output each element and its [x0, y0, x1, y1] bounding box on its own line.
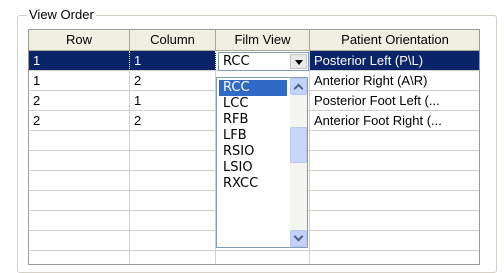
view-order-title: View Order	[27, 6, 96, 23]
empty-cell	[310, 131, 479, 151]
cell-row[interactable]: 1	[29, 51, 130, 71]
empty-cell	[130, 211, 216, 231]
dropdown-option[interactable]: LCC	[219, 96, 287, 112]
empty-cell	[310, 151, 479, 171]
dropdown-option[interactable]: LSIO	[219, 160, 287, 176]
cell-patient-orientation[interactable]: Anterior Foot Right (...	[310, 111, 479, 131]
chevron-up-icon	[293, 83, 304, 94]
scrollbar-thumb[interactable]	[290, 127, 307, 163]
empty-cell	[310, 231, 479, 251]
film-view-dropdown-list[interactable]: RCC LCC RFB LFB RSIO LSIO RXCC	[216, 77, 308, 248]
film-view-combobox[interactable]: RCC	[218, 52, 309, 71]
empty-cell	[310, 171, 479, 191]
cell-patient-orientation[interactable]: Anterior Right (A\R)	[310, 71, 479, 91]
dropdown-option[interactable]: RSIO	[219, 144, 287, 160]
empty-cell	[29, 191, 130, 211]
empty-row	[29, 251, 479, 264]
column-header-film-view[interactable]: Film View	[216, 30, 310, 51]
dropdown-scrollbar[interactable]	[290, 78, 307, 247]
scroll-up-button[interactable]	[290, 78, 307, 95]
empty-cell	[130, 151, 216, 171]
dropdown-option[interactable]: LFB	[219, 128, 287, 144]
film-view-combobox-value: RCC	[223, 54, 250, 69]
cell-row[interactable]: 2	[29, 111, 130, 131]
empty-cell	[216, 251, 310, 264]
empty-cell	[310, 251, 479, 264]
cell-row[interactable]: 1	[29, 71, 130, 91]
chevron-down-icon	[293, 231, 304, 242]
empty-cell	[29, 151, 130, 171]
cell-column[interactable]: 1	[130, 51, 216, 71]
empty-cell	[130, 131, 216, 151]
empty-cell	[130, 191, 216, 211]
cell-patient-orientation[interactable]: Posterior Foot Left (...	[310, 91, 479, 111]
dropdown-option[interactable]: RCC	[219, 80, 287, 96]
cell-column[interactable]: 1	[130, 91, 216, 111]
cell-column[interactable]: 2	[130, 71, 216, 91]
grid-header: Row Column Film View Patient Orientation	[29, 30, 479, 51]
dropdown-option[interactable]: RFB	[219, 112, 287, 128]
table-row[interactable]: 1 1 Posterior Left (P\L) RCC	[29, 51, 479, 71]
empty-cell	[130, 231, 216, 251]
empty-cell	[29, 131, 130, 151]
empty-cell	[29, 251, 130, 264]
empty-cell	[310, 191, 479, 211]
cell-patient-orientation[interactable]: Posterior Left (P\L)	[310, 51, 479, 71]
column-header-patient-orientation[interactable]: Patient Orientation	[310, 30, 479, 51]
dropdown-option[interactable]: RXCC	[219, 176, 287, 192]
column-header-column[interactable]: Column	[130, 30, 216, 51]
cell-row[interactable]: 2	[29, 91, 130, 111]
empty-cell	[310, 211, 479, 231]
chevron-down-icon	[295, 60, 303, 65]
empty-cell	[130, 171, 216, 191]
dropdown-button[interactable]	[290, 54, 307, 69]
column-header-row[interactable]: Row	[29, 30, 130, 51]
scroll-down-button[interactable]	[290, 230, 307, 247]
cell-column[interactable]: 2	[130, 111, 216, 131]
empty-cell	[130, 251, 216, 264]
empty-cell	[29, 211, 130, 231]
empty-cell	[29, 171, 130, 191]
empty-cell	[29, 231, 130, 251]
